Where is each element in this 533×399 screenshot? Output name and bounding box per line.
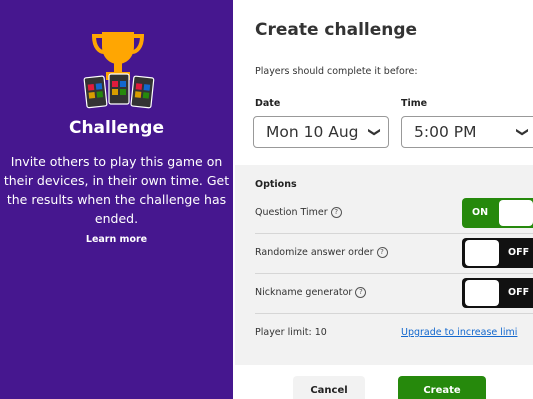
time-select-value: 5:00 PM	[414, 123, 477, 141]
toggle-knob	[465, 280, 499, 306]
nickname-generator-label: Nickname generator?	[255, 273, 367, 313]
chevron-down-icon: ❯	[367, 126, 382, 138]
create-button[interactable]: Create	[398, 376, 486, 399]
upgrade-link[interactable]: Upgrade to increase limi	[401, 313, 517, 353]
toggle-state: OFF	[508, 287, 530, 298]
randomize-order-label: Randomize answer order?	[255, 233, 388, 273]
toggle-state: OFF	[508, 247, 530, 258]
date-label: Date	[255, 98, 281, 109]
question-timer-label-text: Question Timer	[255, 207, 328, 218]
promo-description: Invite others to play this game on their…	[3, 154, 230, 226]
form-title: Create challenge	[255, 20, 418, 40]
nickname-generator-row: Nickname generator? OFF	[255, 273, 533, 313]
challenge-promo-panel: Challenge Invite others to play this gam…	[0, 0, 233, 399]
toggle-knob	[499, 200, 533, 226]
nickname-generator-toggle[interactable]: OFF	[462, 278, 533, 308]
options-title: Options	[255, 179, 297, 190]
chevron-down-icon: ❯	[515, 126, 530, 138]
learn-more-link[interactable]: Learn more	[0, 234, 233, 245]
toggle-state: ON	[472, 207, 489, 218]
randomize-order-label-text: Randomize answer order	[255, 247, 374, 258]
time-select[interactable]: 5:00 PM ❯	[401, 116, 533, 148]
devices-icon	[83, 73, 155, 109]
promo-title: Challenge	[68, 118, 165, 138]
player-limit-label: Player limit: 10	[255, 327, 327, 338]
nickname-generator-label-text: Nickname generator	[255, 287, 353, 298]
toggle-knob	[465, 240, 499, 266]
randomize-order-toggle[interactable]: OFF	[462, 238, 533, 268]
create-challenge-dialog: Challenge Invite others to play this gam…	[0, 0, 533, 399]
date-select-value: Mon 10 Aug	[266, 123, 359, 141]
help-icon[interactable]: ?	[355, 287, 367, 298]
time-label: Time	[401, 98, 428, 109]
cancel-button[interactable]: Cancel	[293, 376, 365, 399]
question-timer-label: Question Timer?	[255, 193, 342, 233]
help-icon[interactable]: ?	[330, 207, 342, 218]
randomize-order-row: Randomize answer order? OFF	[255, 233, 533, 273]
question-timer-toggle[interactable]: ON	[462, 198, 533, 228]
help-icon[interactable]: ?	[376, 247, 388, 258]
player-limit-row: Player limit: 10 Upgrade to increase lim…	[255, 313, 533, 353]
form-subtitle: Players should complete it before:	[255, 66, 418, 77]
date-select[interactable]: Mon 10 Aug ❯	[253, 116, 389, 148]
question-timer-row: Question Timer? ON	[255, 193, 533, 233]
